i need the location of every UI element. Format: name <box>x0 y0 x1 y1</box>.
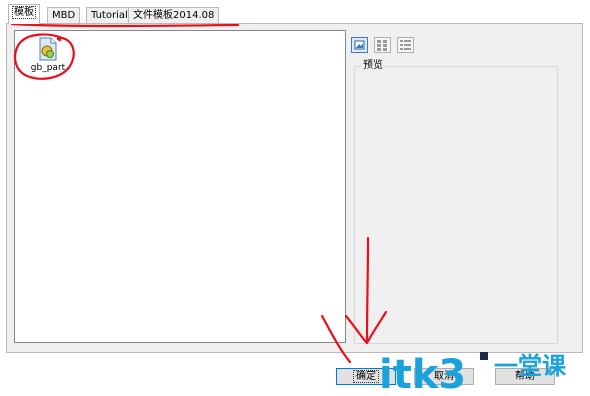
ok-button-label: 确定 <box>353 370 379 383</box>
template-file-list[interactable]: gb_part <box>14 30 346 343</box>
list-view-icon <box>377 40 387 51</box>
large-icons-view-button[interactable] <box>351 37 368 53</box>
preview-label: 预览 <box>361 59 385 73</box>
preview-group: 预览 <box>354 59 558 344</box>
details-view-icon <box>400 40 411 50</box>
large-icons-view-icon <box>354 40 365 50</box>
help-button-label: 帮助 <box>515 371 535 382</box>
tab-templates[interactable]: 模板 <box>8 4 40 24</box>
details-view-button[interactable] <box>397 37 414 53</box>
ok-button[interactable]: 确定 <box>336 368 396 385</box>
tab-file-templates[interactable]: 文件模板2014.08 <box>128 7 220 23</box>
cancel-button[interactable]: 取消 <box>414 368 474 385</box>
tab-file-templates-label: 文件模板2014.08 <box>133 10 215 21</box>
tab-templates-label: 模板 <box>12 6 36 19</box>
tab-mbd-label: MBD <box>52 10 76 21</box>
tab-tutorial[interactable]: Tutorial <box>86 7 133 23</box>
file-item-name: gb_part <box>30 63 66 73</box>
preview-area <box>356 77 556 342</box>
help-button[interactable]: 帮助 <box>495 368 555 385</box>
document-icon <box>39 37 57 61</box>
tab-bar: 模板 MBD Tutorial 文件模板2014.08 <box>0 0 590 24</box>
tab-mbd[interactable]: MBD <box>47 7 81 23</box>
list-view-button[interactable] <box>374 37 391 53</box>
cancel-button-label: 取消 <box>434 371 454 382</box>
tab-tutorial-label: Tutorial <box>91 10 128 21</box>
file-item-gb-part[interactable]: gb_part <box>25 37 71 77</box>
